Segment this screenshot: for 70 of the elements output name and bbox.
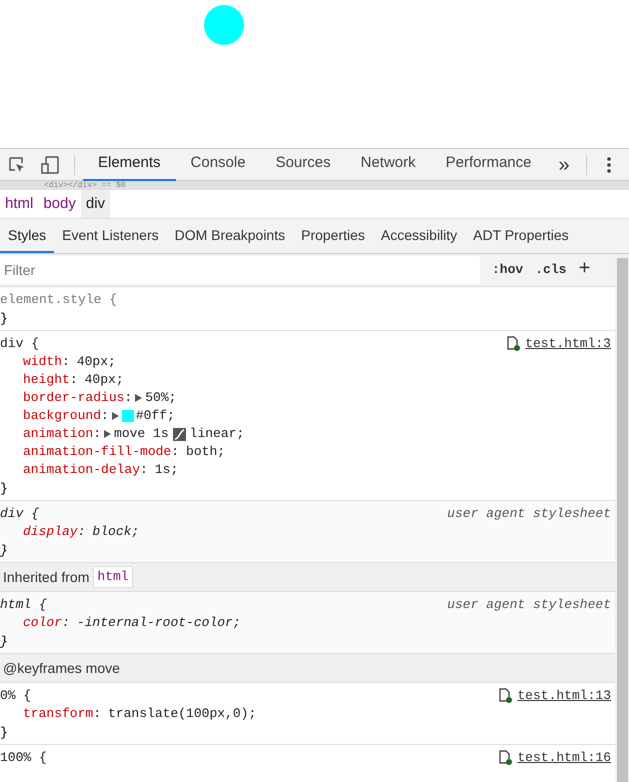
sidebar-tab[interactable]: Properties	[293, 219, 373, 253]
property-value: #0ff;	[136, 407, 175, 426]
property-value: 1s;	[154, 461, 178, 480]
expand-triangle-icon[interactable]	[104, 430, 112, 438]
panel-tab[interactable]: Console	[176, 148, 261, 180]
property-value: -internal-root-color;	[76, 614, 241, 632]
property-value: block;	[92, 523, 140, 542]
panel-tab[interactable]: Sources	[260, 148, 346, 180]
selector: html {	[0, 596, 47, 614]
property-declaration: height:	[23, 371, 78, 390]
property-declaration: transform:	[23, 705, 102, 724]
property-value: 40px;	[84, 371, 124, 390]
property-declaration: color:	[23, 614, 70, 632]
property-declaration: background:	[23, 407, 109, 426]
property-value: linear;	[190, 425, 244, 444]
filter-toolbar-button[interactable]: +	[578, 255, 590, 285]
source-link[interactable]: test.html:16	[517, 748, 611, 768]
closing-brace: }	[0, 480, 8, 498]
sidebar-tab[interactable]: Accessibility	[372, 219, 466, 253]
breadcrumb[interactable]: body	[38, 190, 81, 218]
panel-tab[interactable]: Network	[346, 148, 431, 180]
expand-triangle-icon[interactable]	[135, 394, 142, 402]
file-icon	[507, 336, 522, 351]
breadcrumb[interactable]: html	[0, 190, 38, 218]
menu-icon[interactable]	[606, 156, 611, 172]
property-declaration: width:	[23, 353, 70, 372]
color-swatch[interactable]	[122, 410, 134, 422]
filter-toolbar-button[interactable]: :hov	[492, 260, 524, 280]
sidebar-tab[interactable]: ADT Properties	[465, 219, 577, 253]
dom-node-line: <div></div> == $0	[44, 181, 126, 190]
property-value: both;	[186, 443, 226, 462]
property-value: 40px;	[76, 353, 116, 372]
header-label: @keyframes move	[3, 658, 120, 678]
panel-tab[interactable]: Performance	[430, 148, 546, 180]
selector: 0% {	[0, 686, 32, 705]
element-tag[interactable]: html	[93, 566, 133, 588]
property-declaration: animation:	[23, 425, 102, 444]
origin-label: user agent stylesheet	[447, 596, 611, 614]
scrollbar[interactable]	[615, 254, 629, 782]
more-tabs-button[interactable]: »	[554, 150, 574, 180]
file-icon	[499, 750, 514, 765]
filter-field[interactable]: Filter	[0, 256, 480, 284]
inspect-icon[interactable]	[8, 156, 26, 174]
closing-brace: }	[0, 310, 8, 328]
breadcrumb[interactable]: div	[80, 190, 110, 218]
property-value: translate(100px,0);	[108, 705, 256, 724]
sidebar-tab[interactable]: Event Listeners	[54, 219, 167, 253]
property-declaration: animation-fill-mode:	[23, 443, 180, 462]
source-link[interactable]: test.html:13	[517, 686, 611, 706]
property-declaration: border-radius:	[23, 389, 132, 408]
filter-toolbar-button[interactable]: .cls	[535, 260, 566, 280]
property-value: move 1s	[114, 425, 169, 444]
header-label: Inherited from	[3, 568, 90, 586]
source-link[interactable]: test.html:3	[525, 334, 611, 354]
expand-triangle-icon[interactable]	[112, 412, 119, 420]
property-declaration: animation-delay:	[23, 461, 148, 480]
selector: div {	[0, 504, 40, 523]
closing-brace: }	[0, 724, 8, 742]
curve-icon[interactable]	[172, 428, 186, 440]
selector: div {	[0, 334, 40, 353]
file-icon	[499, 688, 514, 703]
device-icon[interactable]	[40, 154, 60, 174]
sidebar-tab[interactable]: DOM Breakpoints	[166, 219, 294, 253]
closing-brace: }	[0, 542, 8, 560]
selector: element.style {	[0, 290, 118, 309]
selector: 100% {	[0, 748, 47, 767]
property-value: 50%;	[145, 389, 176, 408]
origin-label: user agent stylesheet	[447, 504, 611, 523]
property-declaration: display:	[23, 523, 86, 542]
closing-brace: }	[0, 632, 8, 651]
